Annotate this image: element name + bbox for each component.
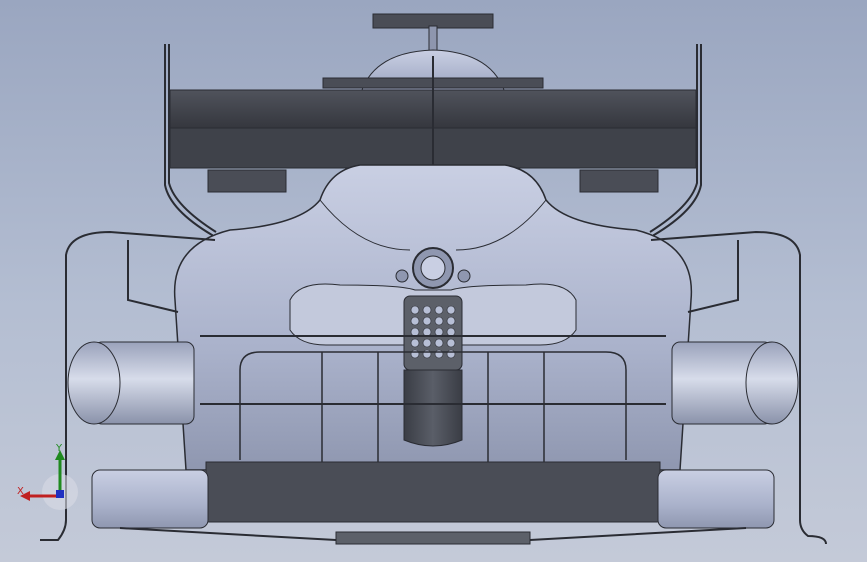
nose-cone (403, 295, 463, 447)
view-orientation-triad: X Y (12, 440, 82, 530)
nose-vent-dot (446, 349, 456, 359)
nose-vent-dot (422, 327, 432, 337)
left-rear-tyre (67, 341, 195, 425)
nose-vent-dot (446, 338, 456, 348)
nose-vent-dot (422, 305, 432, 315)
front-wing (91, 461, 775, 545)
nose-vent-dot (410, 316, 420, 326)
nose-vent-dot (422, 316, 432, 326)
nose-vent-dot (422, 349, 432, 359)
z-axis-arrow (56, 490, 64, 498)
graphics-viewport[interactable]: X Y (0, 0, 867, 562)
nose-vent-dot (410, 305, 420, 315)
nose-vent-dot (410, 349, 420, 359)
nose-vent-dot (434, 338, 444, 348)
right-rear-tyre (671, 341, 799, 425)
nose-vent-dot (410, 338, 420, 348)
nose-vent-dot (434, 316, 444, 326)
f1-car-front-view-model[interactable] (0, 0, 867, 562)
nose-vent-dot (446, 327, 456, 337)
nose-vent-dot (434, 327, 444, 337)
nose-vent-dot (446, 316, 456, 326)
x-axis-label: X (17, 486, 24, 497)
nose-vent-dot (422, 338, 432, 348)
nose-vent-dot (434, 349, 444, 359)
nose-vent-dot (434, 305, 444, 315)
y-axis-label: Y (56, 443, 63, 454)
nose-vent-dot (410, 327, 420, 337)
nose-vent-dot (446, 305, 456, 315)
